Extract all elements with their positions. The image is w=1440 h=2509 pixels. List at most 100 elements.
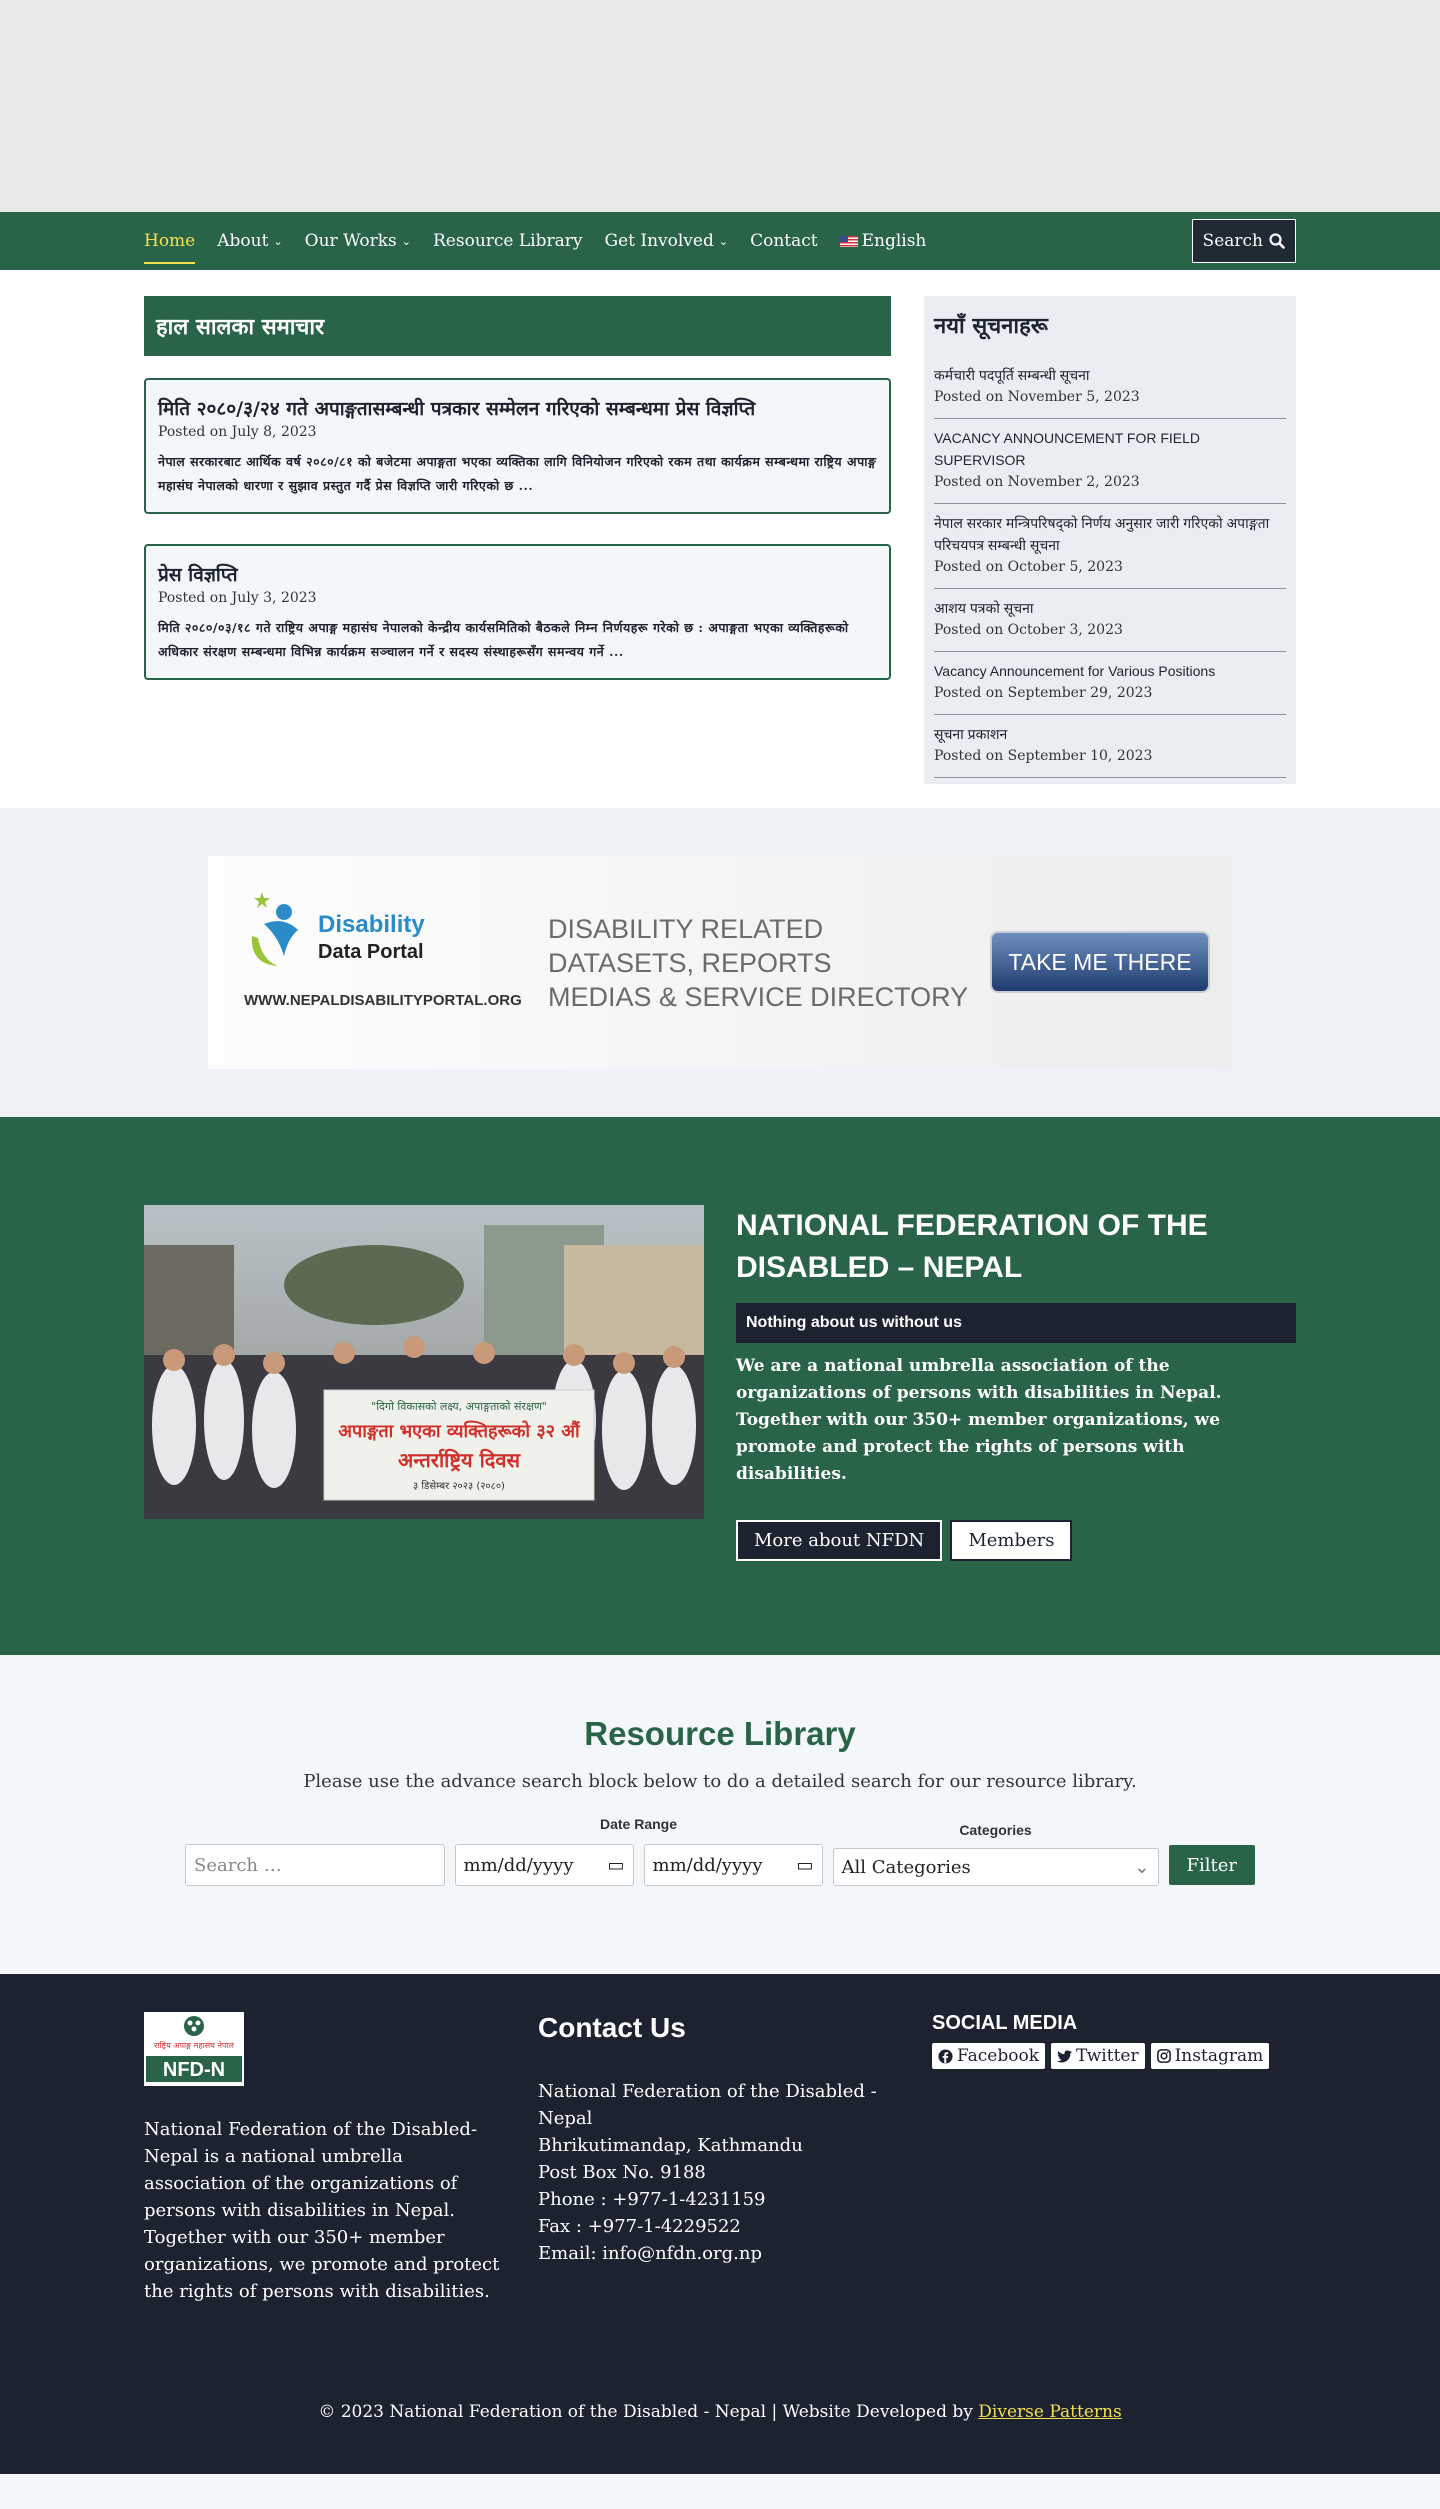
notice-item[interactable]: सूचना प्रकाशन Posted on September 10, 202… [934,715,1286,778]
facebook-icon [938,2048,953,2064]
portal-desc-line: DISABILITY RELATED [548,914,824,944]
post-excerpt: नेपाल सरकारबाट आर्थिक वर्ष २०८०/८१ को बज… [158,454,877,493]
contact-line: Post Box No. 9188 [538,2162,706,2183]
notice-date: Posted on September 10, 2023 [934,748,1153,764]
notice-item[interactable]: नेपाल सरकार मन्त्रिपरिषद्को निर्णय अनुसा… [934,504,1286,589]
categories-select[interactable]: All Categories ⌄ [832,1848,1159,1886]
photo-banner-line2: अपाङ्गता भएका व्यक्तिहरूको ३२ औं [338,1420,580,1442]
about-text: We are a national umbrella association o… [736,1356,1222,1484]
social-title: SOCIAL MEDIA [932,2012,1078,2034]
site-footer: राष्ट्रिय अपाङ्ग महासंघ नेपाल NFD-N Nati… [0,1974,1440,2474]
post-title[interactable]: प्रेस विज्ञप्ति [158,562,877,588]
more-about-button[interactable]: More about NFDN [736,1520,943,1561]
footer-about-column: राष्ट्रिय अपाङ्ग महासंघ नेपाल NFD-N Nati… [144,2012,538,2305]
twitter-icon [1057,2049,1073,2062]
photo-banner-line3: अन्तर्राष्ट्रिय दिवस [398,1448,522,1472]
news-post[interactable]: मिति २०८०/३/२४ गते अपाङ्गतासम्बन्धी पत्र… [144,378,891,514]
contact-line: Bhrikutimandap, Kathmandu [538,2135,803,2156]
nav-label: Get Involved [604,231,714,251]
date-range-label: Date Range [599,1816,678,1832]
instagram-icon [1156,2049,1171,2063]
footer-contact-column: Contact Us National Federation of the Di… [538,2012,932,2305]
post-excerpt: मिति २०८०/०३/१८ गते राष्ट्रिय अपाङ्ग महा… [158,620,849,659]
footer-about-text: National Federation of the Disabled-Nepa… [144,2119,500,2302]
photo-banner-line1: "दिगो विकासको लक्ष्य, अपाङ्गताको संरक्षण… [371,1400,547,1413]
search-button[interactable]: Search [1191,219,1296,263]
nav-item-about[interactable]: About ⌄ [217,212,282,270]
post-date: Posted on July 8, 2023 [158,424,317,440]
us-flag-icon [839,235,858,247]
disability-portal-banner[interactable]: Disability Data Portal WWW.NEPALDISABILI… [208,856,1232,1069]
date-from-input[interactable]: mm/dd/yyyy ▭ [454,1844,634,1886]
logo-caption: राष्ट्रिय अपाङ्ग महासंघ नेपाल [154,2040,234,2050]
notice-title[interactable]: आशय पत्रको सूचना [934,597,1286,619]
notice-item[interactable]: VACANCY ANNOUNCEMENT FOR FIELD SUPERVISO… [934,419,1286,504]
search-input[interactable]: Search … [185,1844,445,1886]
nav-item-contact[interactable]: Contact [750,212,818,270]
calendar-icon[interactable]: ▭ [607,1855,624,1876]
filter-button[interactable]: Filter [1168,1845,1255,1885]
categories-value: All Categories [841,1856,971,1878]
notice-item[interactable]: आशय पत्रको सूचना Posted on October 3, 202… [934,589,1286,652]
notice-date: Posted on September 29, 2023 [934,685,1153,701]
tagline: Nothing about us without us [736,1303,1296,1343]
search-icon [1269,233,1285,249]
nav-label: Home [144,231,196,251]
date-from-value: mm/dd/yyyy [463,1854,574,1876]
take-me-there-button[interactable]: TAKE ME THERE [990,931,1210,993]
resource-library-description: Please use the advance search block belo… [303,1771,1137,1792]
nfdn-logo[interactable]: राष्ट्रिय अपाङ्ग महासंघ नेपाल NFD-N [144,2012,244,2086]
chevron-down-icon: ⌄ [273,234,283,248]
nav-item-get-involved[interactable]: Get Involved ⌄ [604,212,728,270]
portal-name-line1: Disability [318,911,425,938]
notice-item[interactable]: कर्मचारी पदपूर्ति सम्बन्धी सूचना Posted o… [934,356,1286,419]
instagram-button[interactable]: Instagram [1150,2043,1270,2069]
nav-label: Contact [750,231,818,251]
contact-line: Email: info@nfdn.org.np [538,2243,762,2264]
calendar-icon[interactable]: ▭ [796,1855,813,1876]
rally-photo: "दिगो विकासको लक्ष्य, अपाङ्गताको संरक्षण… [144,1205,704,1519]
portal-url: WWW.NEPALDISABILITYPORTAL.ORG [244,992,522,1009]
twitter-button[interactable]: Twitter [1051,2043,1145,2069]
developer-link[interactable]: Diverse Patterns [978,2402,1121,2422]
social-links: Facebook Twitter Instagram [932,2043,1296,2069]
categories-group: Categories All Categories ⌄ [832,1822,1159,1886]
resource-library-title: Resource Library [584,1715,856,1752]
copyright: © 2023 National Federation of the Disabl… [0,2402,1440,2422]
notice-title[interactable]: VACANCY ANNOUNCEMENT FOR FIELD SUPERVISO… [934,427,1286,471]
members-button[interactable]: Members [950,1520,1073,1561]
top-banner-area [0,0,1440,212]
notice-item[interactable]: Vacancy Announcement for Various Positio… [934,652,1286,715]
about-section: "दिगो विकासको लक्ष्य, अपाङ्गताको संरक्षण… [0,1117,1440,1655]
portal-desc-line: MEDIAS & SERVICE DIRECTORY [548,982,969,1012]
language-switcher[interactable]: English [839,212,926,270]
search-label: Search [1202,231,1263,251]
news-section: हाल सालका समाचार मिति २०८०/३/२४ गते अपाङ… [0,270,1440,808]
portal-name-line2: Data Portal [318,941,424,963]
contact-title: Contact Us [538,2012,686,2043]
nav-item-our-works[interactable]: Our Works ⌄ [305,212,411,270]
facebook-button[interactable]: Facebook [932,2043,1046,2069]
nav-item-home[interactable]: Home [144,212,196,270]
news-column: हाल सालका समाचार मिति २०८०/३/२४ गते अपाङ… [144,296,891,784]
notice-title[interactable]: सूचना प्रकाशन [934,723,1286,745]
news-post[interactable]: प्रेस विज्ञप्ति Posted on July 3, 2023 म… [144,544,891,680]
nav-label: Resource Library [433,231,583,251]
date-to-input[interactable]: mm/dd/yyyy ▭ [643,1844,823,1886]
chevron-down-icon: ⌄ [1134,1856,1150,1878]
contact-line: Fax : +977-1-4229522 [538,2216,741,2237]
notice-date: Posted on October 3, 2023 [934,622,1123,638]
notice-date: Posted on November 5, 2023 [934,389,1140,405]
notice-title[interactable]: नेपाल सरकार मन्त्रिपरिषद्को निर्णय अनुसा… [934,512,1286,556]
portal-banner-section: Disability Data Portal WWW.NEPALDISABILI… [0,808,1440,1117]
notice-title[interactable]: Vacancy Announcement for Various Positio… [934,660,1286,682]
post-title[interactable]: मिति २०८०/३/२४ गते अपाङ्गतासम्बन्धी पत्र… [158,396,877,422]
copyright-text: © 2023 National Federation of the Disabl… [318,2402,973,2422]
nav-item-resource-library[interactable]: Resource Library [433,212,582,270]
logo-text: NFD-N [163,2059,225,2081]
chevron-down-icon: ⌄ [401,234,411,248]
notice-title[interactable]: कर्मचारी पदपूर्ति सम्बन्धी सूचना [934,364,1286,386]
contact-line: National Federation of the Disabled - Ne… [538,2081,877,2129]
instagram-label: Instagram [1174,2046,1264,2066]
news-header: हाल सालका समाचार [144,296,891,356]
